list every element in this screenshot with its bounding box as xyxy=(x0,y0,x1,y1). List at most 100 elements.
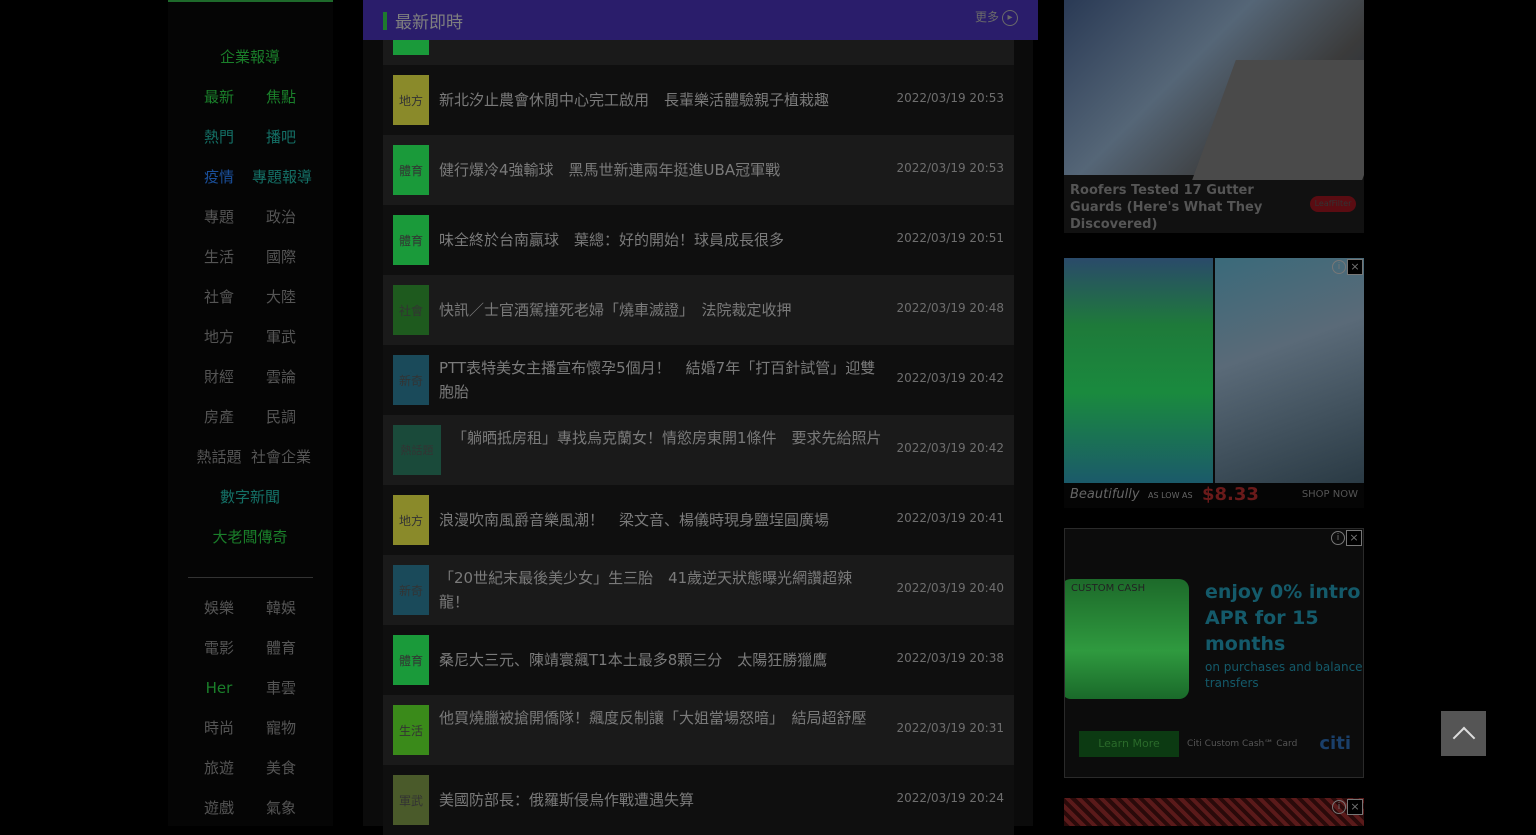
sidebar-item-13[interactable]: 地方 xyxy=(204,327,234,347)
ad-image-green-blouse xyxy=(1064,258,1213,483)
ad-brand-button[interactable]: LeafFilter xyxy=(1310,196,1356,212)
category-tag[interactable]: 地方 xyxy=(393,495,429,545)
ad-gutter-guards[interactable]: Roofers Tested 17 Gutter Guards (Here's … xyxy=(1064,0,1364,233)
sidebar-item-25[interactable]: 電影 xyxy=(204,638,234,658)
ad-price: $8.33 xyxy=(1202,484,1259,505)
sidebar-item-9[interactable]: 生活 xyxy=(204,247,234,267)
news-headline[interactable]: 浪漫吹南風爵音樂風潮！ 梁文音、楊儀時現身鹽埕圓廣場 xyxy=(439,508,879,532)
news-row[interactable]: 地方 浪漫吹南風爵音樂風潮！ 梁文音、楊儀時現身鹽埕圓廣場 2022/03/19 2… xyxy=(383,485,1014,555)
category-tag[interactable]: 體育 xyxy=(393,215,429,265)
news-row[interactable]: 軍武 美國防部長：俄羅斯侵烏作戰遭遇失算 2022/03/19 20:24 xyxy=(383,765,1014,835)
citi-logo: citi xyxy=(1319,733,1351,754)
sidebar-item-30[interactable]: 寵物 xyxy=(266,718,296,738)
arrow-right-icon: ▸ xyxy=(1002,9,1018,26)
sidebar-item-19[interactable]: 熱話題 xyxy=(196,447,241,467)
ad-info-icon[interactable]: i xyxy=(1331,531,1345,545)
learn-more-button[interactable]: Learn More xyxy=(1079,731,1179,757)
news-headline[interactable]: 健行爆冷4強輸球 黑馬世新連兩年挺進UBA冠軍戰 xyxy=(439,158,879,182)
sidebar-item-3[interactable]: 熱門 xyxy=(204,127,234,147)
ad-close-icon[interactable]: × xyxy=(1346,530,1362,546)
sidebar-item-32[interactable]: 美食 xyxy=(266,758,296,778)
sidebar-item-15[interactable]: 財經 xyxy=(204,367,234,387)
ad-bottom-partial[interactable]: i × xyxy=(1064,798,1364,826)
sidebar-item-6[interactable]: 專題報導 xyxy=(252,167,312,187)
news-headline[interactable]: 美國防部長：俄羅斯侵烏作戰遭遇失算 xyxy=(439,788,879,812)
news-timestamp: 2022/03/19 20:38 xyxy=(896,651,1004,665)
sidebar-divider xyxy=(188,577,313,578)
news-headline[interactable]: 味全終於台南贏球 葉總：好的開始！球員成長很多 xyxy=(439,228,879,252)
more-link[interactable]: 更多 ▸ xyxy=(975,8,1018,26)
sidebar-item-4[interactable]: 播吧 xyxy=(266,127,296,147)
sidebar-item-34[interactable]: 氣象 xyxy=(266,798,296,818)
sidebar-item-17[interactable]: 房產 xyxy=(204,407,234,427)
news-row[interactable]: 地方 新北汐止農會休閒中心完工啟用 長輩樂活體驗親子植栽趣 2022/03/19 2… xyxy=(383,65,1014,135)
sidebar-item-8[interactable]: 政治 xyxy=(266,207,296,227)
news-timestamp: 2022/03/19 20:51 xyxy=(896,231,1004,245)
category-tag[interactable]: 體育 xyxy=(393,145,429,195)
news-headline[interactable]: 快訊／士官酒駕撞死老婦「燒車滅證」 法院裁定收押 xyxy=(439,298,879,322)
category-tag[interactable]: 軍武 xyxy=(393,775,429,825)
news-row[interactable]: 生活 他買燒臘被搶開僑隊！飆度反制讓「大姐當場怒暗」 結局超舒壓 2022/03/1… xyxy=(383,695,1014,765)
news-row[interactable]: 體育 味全終於台南贏球 葉總：好的開始！球員成長很多 2022/03/19 20:5… xyxy=(383,205,1014,275)
category-tag[interactable]: 新奇 xyxy=(393,565,429,615)
sidebar-item-28[interactable]: 車雲 xyxy=(266,678,296,698)
sidebar-item-23[interactable]: 娛樂 xyxy=(204,598,234,618)
ad-close-icon[interactable]: × xyxy=(1347,799,1363,815)
sidebar-item-12[interactable]: 大陸 xyxy=(266,287,296,307)
news-headline[interactable]: 新北汐止農會休閒中心完工啟用 長輩樂活體驗親子植栽趣 xyxy=(439,88,879,112)
category-tag[interactable]: 熱話題 xyxy=(393,425,441,475)
news-headline[interactable]: 他買燒臘被搶開僑隊！飆度反制讓「大姐當場怒暗」 結局超舒壓 xyxy=(439,706,879,730)
news-headline[interactable]: PTT表特美女主播宣布懷孕5個月！ 結婚7年「打百針試管」迎雙胞胎 xyxy=(439,356,879,404)
sidebar-item-21[interactable]: 數字新聞 xyxy=(220,487,280,507)
news-headline[interactable]: 桑尼大三元、陳靖寰飆T1本土最多8顆三分 太陽狂勝獵鷹 xyxy=(439,648,879,672)
news-row[interactable]: 新奇 「20世紀末最後美少女」生三胎 41歲逆天狀態曝光網讚超辣龍！ 2022/03… xyxy=(383,555,1014,625)
sidebar-top-line xyxy=(168,0,333,2)
sidebar-item-33[interactable]: 遊戲 xyxy=(204,798,234,818)
sidebar-item-0[interactable]: 企業報導 xyxy=(220,47,280,67)
sidebar-item-24[interactable]: 韓娛 xyxy=(266,598,296,618)
chevron-up-icon xyxy=(1452,726,1475,749)
news-row[interactable]: 體育 桑尼大三元、陳靖寰飆T1本土最多8顆三分 太陽狂勝獵鷹 2022/03/19 … xyxy=(383,625,1014,695)
news-timestamp: 2022/03/19 20:53 xyxy=(896,161,1004,175)
news-timestamp: 2022/03/19 20:53 xyxy=(896,91,1004,105)
category-tag[interactable]: 體育 xyxy=(393,635,429,685)
news-row[interactable]: 熱話題 「躺晒抵房租」專找烏克蘭女！情慾房東開1條件 要求先給照片 2022/03/… xyxy=(383,415,1014,485)
category-tag[interactable]: 生活 xyxy=(393,705,429,755)
sidebar-item-11[interactable]: 社會 xyxy=(204,287,234,307)
news-headline[interactable]: 「躺晒抵房租」專找烏克蘭女！情慾房東開1條件 要求先給照片 xyxy=(452,426,892,450)
sidebar-item-10[interactable]: 國際 xyxy=(266,247,296,267)
sidebar-item-14[interactable]: 軍武 xyxy=(266,327,296,347)
ad-shop-now-button[interactable]: SHOP NOW xyxy=(1302,489,1358,500)
news-row[interactable]: 新奇 PTT表特美女主播宣布懷孕5個月！ 結婚7年「打百針試管」迎雙胞胎 2022/… xyxy=(383,345,1014,415)
news-timestamp: 2022/03/19 20:40 xyxy=(896,581,1004,595)
news-row[interactable]: 體育 健行爆冷4強輸球 黑馬世新連兩年挺進UBA冠軍戰 2022/03/19 20:… xyxy=(383,135,1014,205)
ad-caption[interactable]: Roofers Tested 17 Gutter Guards (Here's … xyxy=(1070,182,1290,233)
news-headline[interactable]: 「20世紀末最後美少女」生三胎 41歲逆天狀態曝光網讚超辣龍！ xyxy=(439,566,879,614)
sidebar-item-20[interactable]: 社會企業 xyxy=(251,447,311,467)
sidebar-item-29[interactable]: 時尚 xyxy=(204,718,234,738)
sidebar-item-18[interactable]: 民調 xyxy=(266,407,296,427)
sidebar-item-26[interactable]: 體育 xyxy=(266,638,296,658)
ad-subtext: on purchases and balance transfers xyxy=(1205,660,1363,690)
category-tag[interactable]: 地方 xyxy=(393,75,429,125)
category-tag[interactable]: 社會 xyxy=(393,285,429,335)
ad-brand: Beautifully xyxy=(1070,487,1140,502)
ad-info-icon[interactable]: i xyxy=(1332,800,1346,814)
ad-close-icon[interactable]: × xyxy=(1347,259,1363,275)
ad-info-icon[interactable]: i xyxy=(1332,260,1346,274)
ad-product-name: Citi Custom Cash℠ Card xyxy=(1187,739,1298,749)
sidebar-item-31[interactable]: 旅遊 xyxy=(204,758,234,778)
sidebar-item-5[interactable]: 疫情 xyxy=(204,167,234,187)
sidebar-item-27[interactable]: Her xyxy=(206,678,233,698)
category-tag[interactable]: 新奇 xyxy=(393,355,429,405)
news-row[interactable]: 社會 快訊／士官酒駕撞死老婦「燒車滅證」 法院裁定收押 2022/03/19 20:… xyxy=(383,275,1014,345)
sidebar-item-7[interactable]: 專題 xyxy=(204,207,234,227)
card-label: CUSTOM CASH xyxy=(1071,583,1146,594)
ad-citi[interactable]: i × CUSTOM CASH enjoy 0% intro APR for 1… xyxy=(1064,528,1364,778)
back-to-top-button[interactable] xyxy=(1441,711,1486,756)
sidebar-item-16[interactable]: 雲論 xyxy=(266,367,296,387)
ad-blouse[interactable]: i × Beautifully AS LOW AS $8.33 SHOP NOW xyxy=(1064,258,1364,508)
sidebar-item-2[interactable]: 焦點 xyxy=(266,87,296,107)
sidebar-item-1[interactable]: 最新 xyxy=(204,87,234,107)
sidebar-item-22[interactable]: 大老闆傳奇 xyxy=(212,527,287,547)
